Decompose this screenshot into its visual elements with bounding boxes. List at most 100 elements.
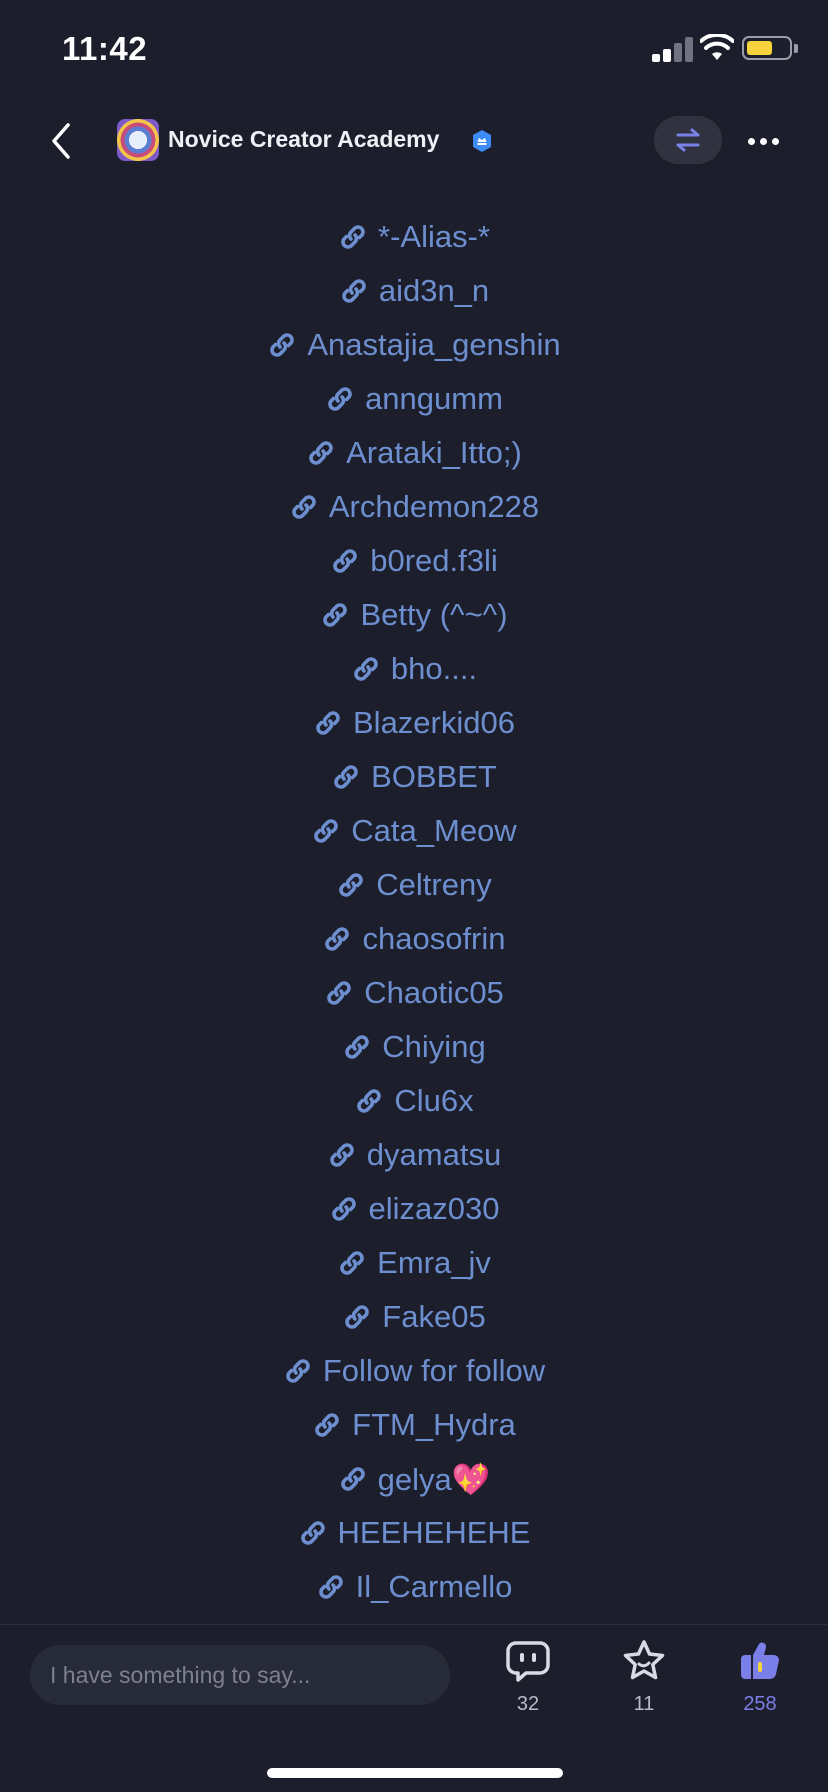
thumbs-up-icon [741, 1642, 779, 1680]
member-link-label: Blazerkid06 [353, 705, 515, 740]
link-chain-icon [314, 819, 339, 843]
comment-input[interactable] [30, 1645, 450, 1705]
member-link-item[interactable]: b0red.f3li [0, 534, 828, 588]
member-link-label: Celtreny [376, 867, 492, 902]
member-link-label: Archdemon228 [328, 489, 540, 524]
link-chain-icon [292, 495, 316, 519]
community-name[interactable]: Novice Creator Academy [168, 126, 439, 153]
member-link-item[interactable]: Celtreny [0, 858, 828, 912]
home-indicator[interactable] [267, 1768, 563, 1778]
member-link-item[interactable]: aid3n_n [0, 264, 828, 318]
member-link-item[interactable]: Il_Carmello [0, 1560, 828, 1614]
link-chain-icon [345, 1305, 370, 1329]
link-chain-icon [340, 1251, 364, 1275]
member-link-label: Emra_jv [377, 1245, 491, 1280]
link-chain-icon [330, 1143, 354, 1167]
link-chain-icon [331, 1197, 356, 1221]
verified-badge-icon [473, 130, 491, 152]
chevron-left-icon [52, 123, 70, 159]
member-link-label: dyamatsu [366, 1137, 502, 1172]
member-link-label: Anastajia_genshin [307, 327, 561, 362]
member-link-item[interactable]: Chaotic05 [0, 966, 828, 1020]
member-link-item[interactable]: anngumm [0, 372, 828, 426]
comments-button[interactable]: 32 [488, 1639, 568, 1729]
battery-level [747, 41, 772, 55]
screen: 11:42 Novice Creator Academy *-Alias-* a… [0, 0, 828, 1792]
member-link-label: gelya💖 [377, 1461, 491, 1497]
favorite-button[interactable]: 11 [604, 1639, 684, 1729]
member-link-label: Follow for follow [322, 1353, 546, 1388]
swap-arrows-icon [676, 128, 700, 152]
member-link-label: Chiying [382, 1029, 486, 1064]
link-chain-icon [341, 225, 365, 249]
member-link-item[interactable]: Archdemon228 [0, 480, 828, 534]
member-link-label: Clu6x [394, 1083, 474, 1118]
member-link-label: Chaotic05 [364, 975, 504, 1010]
member-link-item[interactable]: Chiying [0, 1020, 828, 1074]
link-chain-icon [309, 441, 333, 465]
member-link-item[interactable]: elizaz030 [0, 1182, 828, 1236]
member-link-label: Fake05 [382, 1299, 486, 1334]
member-link-item[interactable]: Anastajia_genshin [0, 318, 828, 372]
comment-bubble-icon [506, 1641, 550, 1682]
member-link-label: aid3n_n [378, 273, 490, 308]
signal-icon [652, 36, 694, 62]
swap-button[interactable] [654, 116, 722, 164]
member-link-item[interactable]: Clu6x [0, 1074, 828, 1128]
link-chain-icon [315, 1413, 339, 1437]
member-link-item[interactable]: Arataki_Itto;) [0, 426, 828, 480]
member-link-item[interactable]: FTM_Hydra [0, 1398, 828, 1452]
link-chain-icon [300, 1521, 325, 1545]
battery-icon [742, 36, 792, 60]
link-chain-icon [316, 711, 340, 735]
member-link-item[interactable]: HEEHEHEHE [0, 1506, 828, 1560]
member-link-item[interactable]: chaosofrin [0, 912, 828, 966]
link-chain-icon [333, 549, 358, 573]
link-chain-icon [323, 603, 348, 627]
link-chain-icon [318, 1575, 343, 1599]
like-button[interactable]: 258 [720, 1639, 800, 1729]
link-chain-icon [345, 1035, 370, 1059]
member-link-label: Arataki_Itto;) [346, 435, 522, 470]
member-link-item[interactable]: Follow for follow [0, 1344, 828, 1398]
link-chain-icon [328, 387, 352, 411]
member-link-label: HEEHEHEHE [337, 1515, 531, 1550]
member-link-item[interactable]: gelya💖 [0, 1452, 828, 1506]
link-chain-icon [327, 981, 351, 1005]
member-link-label: chaosofrin [362, 921, 506, 956]
member-link-label: BOBBET [371, 759, 497, 794]
member-link-item[interactable]: Fake05 [0, 1290, 828, 1344]
member-link-label: Betty (^~^) [360, 597, 508, 632]
member-link-list: *-Alias-* aid3n_n Anastajia_genshinanngumm… [0, 210, 828, 1614]
member-link-label: Il_Carmello [355, 1569, 513, 1604]
link-chain-icon [357, 1089, 382, 1113]
link-chain-icon [339, 873, 364, 897]
status-bar: 11:42 [0, 0, 828, 100]
link-chain-icon [342, 279, 366, 303]
member-link-item[interactable]: Blazerkid06 [0, 696, 828, 750]
member-link-item[interactable]: BOBBET [0, 750, 828, 804]
member-link-label: anngumm [365, 381, 503, 416]
community-avatar[interactable] [117, 119, 159, 161]
member-link-label: *-Alias-* [378, 219, 490, 254]
more-dots-icon[interactable] [740, 118, 786, 164]
link-chain-icon [286, 1359, 310, 1383]
battery-cap [794, 44, 798, 53]
link-chain-icon [334, 765, 358, 789]
comments-count: 32 [516, 1693, 540, 1715]
member-link-label: b0red.f3li [370, 543, 498, 578]
link-chain-icon [340, 1467, 365, 1491]
likes-count: 258 [743, 1693, 777, 1715]
member-link-item[interactable]: dyamatsu [0, 1128, 828, 1182]
member-link-item[interactable]: bho.... [0, 642, 828, 696]
member-link-item[interactable]: Emra_jv [0, 1236, 828, 1290]
favorites-count: 11 [633, 1693, 655, 1715]
member-link-item[interactable]: Cata_Meow [0, 804, 828, 858]
status-time: 11:42 [62, 30, 148, 67]
bottom-action-bar: 32 11 258 [0, 1624, 828, 1792]
member-link-label: elizaz030 [368, 1191, 500, 1226]
member-link-item[interactable]: Betty (^~^) [0, 588, 828, 642]
link-chain-icon [354, 657, 378, 681]
back-button[interactable] [38, 118, 84, 164]
member-link-item[interactable]: *-Alias-* [0, 210, 828, 264]
